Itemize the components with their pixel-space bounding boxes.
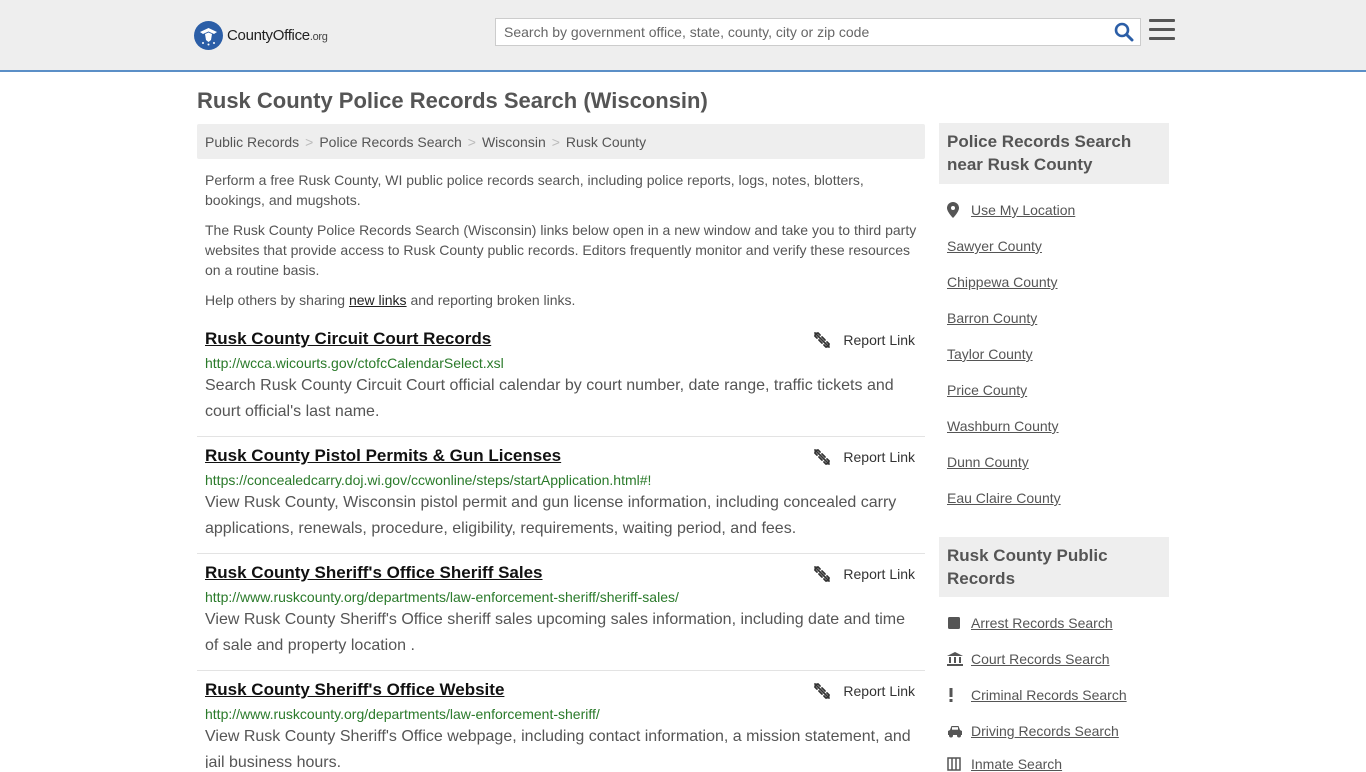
result-description: View Rusk County Sheriff's Office webpag… (205, 728, 911, 768)
nearby-county-link[interactable]: Price County (947, 382, 1027, 398)
report-link-label: Report Link (843, 449, 915, 465)
map-marker-icon (947, 202, 971, 218)
result-title-link[interactable]: Rusk County Sheriff's Office Sheriff Sal… (205, 563, 543, 583)
nearby-county-link[interactable]: Eau Claire County (947, 490, 1061, 506)
search-input[interactable] (496, 19, 1096, 45)
arrest-records-label: Arrest Records Search (971, 615, 1113, 631)
breadcrumb-separator: > (305, 134, 314, 150)
inmate-search-link[interactable]: Inmate Search (947, 756, 1062, 772)
result-description: Search Rusk County Circuit Court officia… (205, 377, 894, 420)
search-icon[interactable] (1114, 22, 1134, 42)
report-link-button[interactable]: Report Link (813, 331, 915, 349)
nearby-counties-heading: Police Records Search near Rusk County (939, 123, 1169, 184)
intro-paragraph-2: The Rusk County Police Records Search (W… (205, 222, 917, 278)
report-link-label: Report Link (843, 566, 915, 582)
nearby-county-link[interactable]: Sawyer County (947, 238, 1042, 254)
result-description: View Rusk County, Wisconsin pistol permi… (205, 494, 897, 537)
arrest-icon (947, 616, 971, 630)
use-my-location-link[interactable]: Use My Location (947, 202, 1075, 218)
result-item: Rusk County Pistol Permits & Gun License… (197, 446, 925, 554)
nearby-county-link[interactable]: Taylor County (947, 346, 1033, 362)
broken-link-icon (814, 332, 831, 348)
broken-link-icon (814, 683, 831, 699)
driving-records-link[interactable]: Driving Records Search (947, 723, 1119, 739)
report-link-button[interactable]: Report Link (813, 682, 915, 700)
court-records-label: Court Records Search (971, 651, 1110, 667)
result-title-link[interactable]: Rusk County Pistol Permits & Gun License… (205, 446, 561, 466)
inmate-search-label: Inmate Search (971, 756, 1063, 772)
page-title: Rusk County Police Records Search (Wisco… (197, 88, 708, 113)
report-link-label: Report Link (843, 683, 915, 699)
nearby-county-link[interactable]: Barron County (947, 310, 1037, 326)
nearby-county-link[interactable]: Washburn County (947, 418, 1059, 434)
criminal-records-label: Criminal Records Search (971, 687, 1127, 703)
result-item: Rusk County Sheriff's Office Sheriff Sal… (197, 563, 925, 671)
report-link-button[interactable]: Report Link (813, 565, 915, 583)
result-item: Rusk County Circuit Court Records Report… (197, 329, 925, 437)
logo-text: CountyOffice.org (227, 26, 328, 44)
nearby-county-link[interactable]: Chippewa County (947, 274, 1058, 290)
result-item: Rusk County Sheriff's Office Website Rep… (197, 680, 925, 768)
use-my-location-label: Use My Location (971, 202, 1076, 218)
site-logo[interactable]: CountyOffice.org (194, 20, 328, 50)
breadcrumb: Public Records > Police Records Search > Wis… (197, 124, 925, 159)
public-records-heading: Rusk County Public Records (939, 537, 1169, 597)
breadcrumb-rusk-county: Rusk County (565, 134, 647, 150)
site-header: CountyOffice.org (0, 0, 1366, 72)
site-search (495, 18, 1141, 46)
court-records-link[interactable]: Court Records Search (947, 651, 1110, 667)
report-link-button[interactable]: Report Link (813, 448, 915, 466)
broken-link-icon (814, 566, 831, 582)
breadcrumb-separator: > (467, 134, 476, 150)
courthouse-icon (947, 652, 971, 666)
broken-link-icon (814, 449, 831, 465)
result-description: View Rusk County Sheriff's Office sherif… (205, 611, 906, 654)
inmate-icon (947, 757, 971, 771)
result-title-link[interactable]: Rusk County Circuit Court Records (205, 329, 491, 349)
intro-paragraph-1: Perform a free Rusk County, WI public po… (205, 172, 864, 208)
hamburger-menu-icon[interactable] (1149, 19, 1175, 43)
exclamation-icon (947, 688, 971, 702)
breadcrumb-separator: > (551, 134, 560, 150)
result-title-link[interactable]: Rusk County Sheriff's Office Website (205, 680, 504, 700)
breadcrumb-wisconsin[interactable]: Wisconsin (482, 134, 546, 150)
arrest-records-link[interactable]: Arrest Records Search (947, 615, 1113, 631)
intro-paragraph-3: Help others by sharing new links and rep… (205, 292, 576, 308)
driving-records-label: Driving Records Search (971, 723, 1119, 739)
result-url: http://wcca.wicourts.gov/ctofcCalendarSe… (205, 355, 504, 371)
breadcrumb-public-records[interactable]: Public Records (205, 134, 299, 150)
new-links-link[interactable]: new links (349, 292, 407, 308)
car-icon (947, 725, 971, 738)
nearby-county-link[interactable]: Dunn County (947, 454, 1029, 470)
report-link-label: Report Link (843, 332, 915, 348)
result-url: https://concealedcarry.doj.wi.gov/ccwonl… (205, 472, 652, 488)
logo-eagle-icon (194, 20, 223, 50)
criminal-records-link[interactable]: Criminal Records Search (947, 687, 1127, 703)
result-url: http://www.ruskcounty.org/departments/la… (205, 706, 600, 722)
breadcrumb-police-records-search[interactable]: Police Records Search (319, 134, 461, 150)
result-url: http://www.ruskcounty.org/departments/la… (205, 589, 679, 605)
